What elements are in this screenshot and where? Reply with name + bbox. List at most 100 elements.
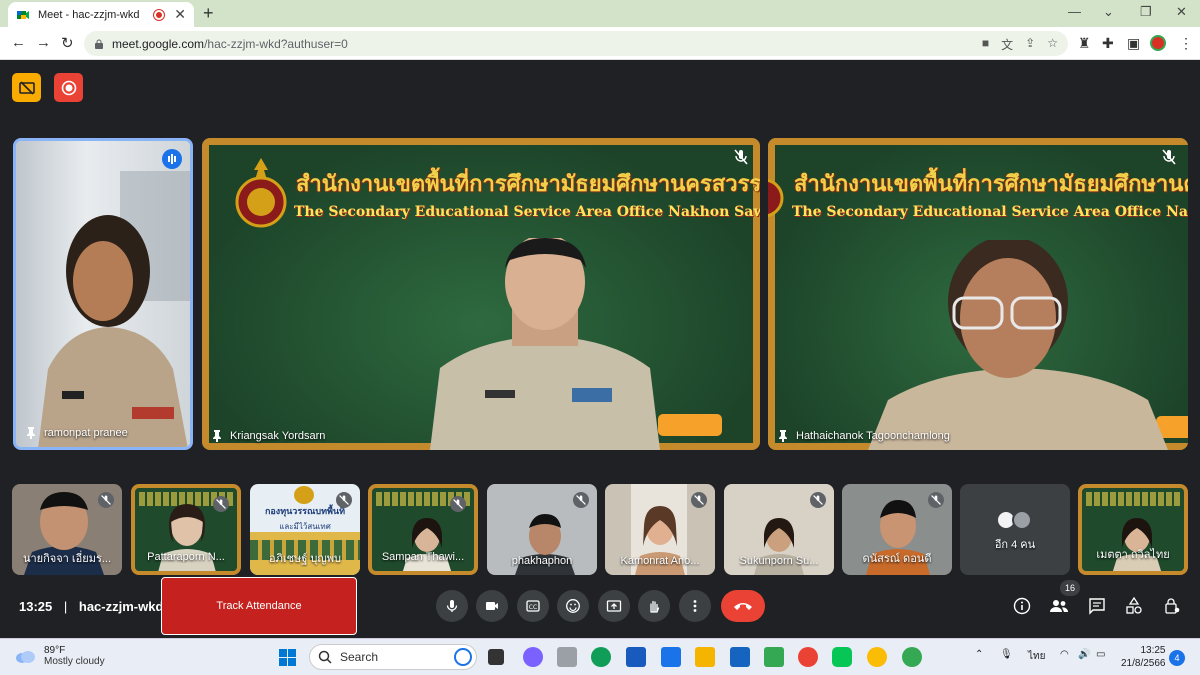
chevron-down-icon[interactable]: ⌄ <box>1103 4 1114 20</box>
track-attendance-button[interactable]: Track Attendance <box>161 577 357 635</box>
app-l-icon[interactable] <box>661 647 681 667</box>
emblem-icon <box>294 486 314 504</box>
activities-button[interactable] <box>1124 596 1144 616</box>
more-vert-icon <box>693 600 697 612</box>
mic-off-icon <box>213 496 229 512</box>
word-icon[interactable] <box>626 647 646 667</box>
video-tile-small[interactable]: ดนัสรณ์ ดอนดี <box>842 484 952 575</box>
new-tab-button[interactable]: + <box>203 3 214 24</box>
address-bar[interactable]: meet.google.com/hac-zzjm-wkd?authuser=0 … <box>84 31 1068 56</box>
mail-icon[interactable] <box>730 647 750 667</box>
battery-icon[interactable]: ▭ <box>1096 649 1105 660</box>
line-app-icon[interactable] <box>832 647 852 667</box>
notification-badge[interactable]: 4 <box>1169 650 1185 666</box>
video-tile-hathaichanok[interactable]: สำนักงานเขตพื้นที่การศึกษามัธยมศึกษานครส… <box>768 138 1188 450</box>
video-tile-small[interactable]: phakhaphon <box>487 484 597 575</box>
task-view-icon[interactable] <box>488 649 504 665</box>
pin-icon[interactable] <box>212 430 222 442</box>
camera-icon[interactable]: ■ <box>982 36 989 53</box>
chrome-icon[interactable] <box>867 647 887 667</box>
microphone-icon <box>446 600 458 612</box>
closed-caption-off-icon <box>18 80 35 95</box>
camera-button[interactable] <box>476 590 508 622</box>
participant-name: Kriangsak Yordsarn <box>230 430 326 442</box>
lock-icon <box>95 39 103 49</box>
video-tile-small[interactable]: เมตตา ถวิลไทย <box>1078 484 1188 575</box>
meeting-details-button[interactable] <box>1012 596 1032 616</box>
chrome-icon[interactable] <box>902 647 922 667</box>
captions-off-button[interactable] <box>12 73 41 102</box>
cloudy-weather-icon <box>16 651 35 663</box>
video-tile-small[interactable]: นายกิจจา เอี่ยมร... <box>12 484 122 575</box>
system-clock[interactable]: 13:25 21/8/2566 <box>1121 644 1166 670</box>
tab-title: Meet - hac-zzjm-wkd <box>38 8 140 21</box>
more-options-button[interactable] <box>679 590 711 622</box>
browser-toolbar: ← → ↻ meet.google.com/hac-zzjm-wkd?authu… <box>0 27 1200 60</box>
app-icon[interactable] <box>557 647 577 667</box>
video-tile-small[interactable]: กองทุนวรรณบทพื้นที่ และมีไว้สนเทศ อภิเชษ… <box>250 484 360 575</box>
participant-name: Kamonrat Ano... <box>620 555 700 567</box>
avatar <box>1012 510 1032 530</box>
board-title-thai: สำนักงานเขตพื้นที่การศึกษามัธยมศึกษานครส… <box>794 171 1188 197</box>
edge-browser-icon[interactable] <box>591 647 611 667</box>
closed-caption-icon: CC <box>526 600 540 612</box>
recording-button[interactable] <box>54 73 83 102</box>
video-tile-small[interactable]: Sampan Thawi... <box>368 484 478 575</box>
chrome-icon[interactable] <box>798 647 818 667</box>
mic-off-icon <box>336 492 352 508</box>
puzzle-icon[interactable]: ✚ <box>1102 35 1114 52</box>
chat-button[interactable] <box>1087 596 1107 616</box>
host-controls-button[interactable] <box>1162 596 1182 616</box>
weather-condition: Mostly cloudy <box>44 656 105 667</box>
more-participants-tile[interactable]: อีก 4 คน <box>960 484 1070 575</box>
microphone-button[interactable] <box>436 590 468 622</box>
participant-name: ดนัสรณ์ ดอนดี <box>862 553 932 565</box>
video-tile-ramonpat[interactable]: ramonpat pranee <box>13 138 193 450</box>
translate-icon[interactable]: 文 <box>1001 36 1013 53</box>
profile-avatar[interactable] <box>1150 35 1166 51</box>
reactions-button[interactable] <box>557 590 589 622</box>
present-screen-button[interactable] <box>598 590 630 622</box>
video-tile-kriangsak[interactable]: สำนักงานเขตพื้นที่การศึกษามัธยมศึกษานครส… <box>202 138 760 450</box>
microphone-tray-icon[interactable]: 🎙 <box>1000 649 1013 660</box>
taskbar-search[interactable]: Search <box>309 644 477 670</box>
video-tile-small[interactable]: Sukunporn Su... <box>724 484 834 575</box>
windows-start-icon[interactable] <box>278 648 297 667</box>
participant-name: นายกิจจา เอี่ยมร... <box>22 553 112 565</box>
volume-icon[interactable]: 🔊 <box>1078 649 1090 660</box>
tab-close-button[interactable]: ✕ <box>174 6 186 23</box>
forward-icon[interactable]: → <box>36 34 51 51</box>
wifi-icon[interactable]: ◠ <box>1060 649 1069 660</box>
pin-icon[interactable] <box>26 427 36 439</box>
side-panel-icon[interactable]: ▣ <box>1127 35 1140 52</box>
weather-temperature: 89°F <box>44 645 66 656</box>
window-close-icon[interactable]: ✕ <box>1176 4 1187 20</box>
weather-widget[interactable]: 89°F Mostly cloudy <box>14 645 105 667</box>
clock-time: 13:25 <box>1140 645 1166 656</box>
people-button[interactable] <box>1049 596 1069 616</box>
captions-button[interactable]: CC <box>517 590 549 622</box>
url-path: /hac-zzjm-wkd?authuser=0 <box>204 36 348 51</box>
video-tile-small[interactable]: Pattaraporn N... <box>131 484 241 575</box>
extension-icon[interactable]: ♜ <box>1078 35 1091 52</box>
reload-icon[interactable]: ↻ <box>61 34 74 52</box>
participant-video <box>402 518 452 571</box>
chevron-up-icon[interactable]: ⌃ <box>975 649 983 660</box>
raise-hand-button[interactable] <box>638 590 670 622</box>
back-icon[interactable]: ← <box>11 34 26 51</box>
bookmark-star-icon[interactable]: ☆ <box>1047 36 1058 53</box>
file-explorer-icon[interactable] <box>695 647 715 667</box>
browser-tab-meet[interactable]: Meet - hac-zzjm-wkd ✕ <box>8 2 194 27</box>
shapes-icon <box>1126 597 1142 614</box>
window-maximize-icon[interactable]: ❐ <box>1140 4 1152 20</box>
video-tile-small[interactable]: Kamonrat Ano... <box>605 484 715 575</box>
input-language[interactable]: ไทย <box>1028 649 1045 664</box>
pin-icon[interactable] <box>778 430 788 442</box>
snipping-tool-icon[interactable] <box>764 647 784 667</box>
leave-call-button[interactable] <box>721 590 765 622</box>
window-minimize-icon[interactable]: — <box>1068 4 1081 19</box>
menu-dots-icon[interactable]: ⋮ <box>1179 35 1193 52</box>
share-icon[interactable]: ⇪ <box>1025 36 1035 53</box>
chat-app-icon[interactable] <box>523 647 543 667</box>
lock-person-icon <box>1165 598 1180 614</box>
